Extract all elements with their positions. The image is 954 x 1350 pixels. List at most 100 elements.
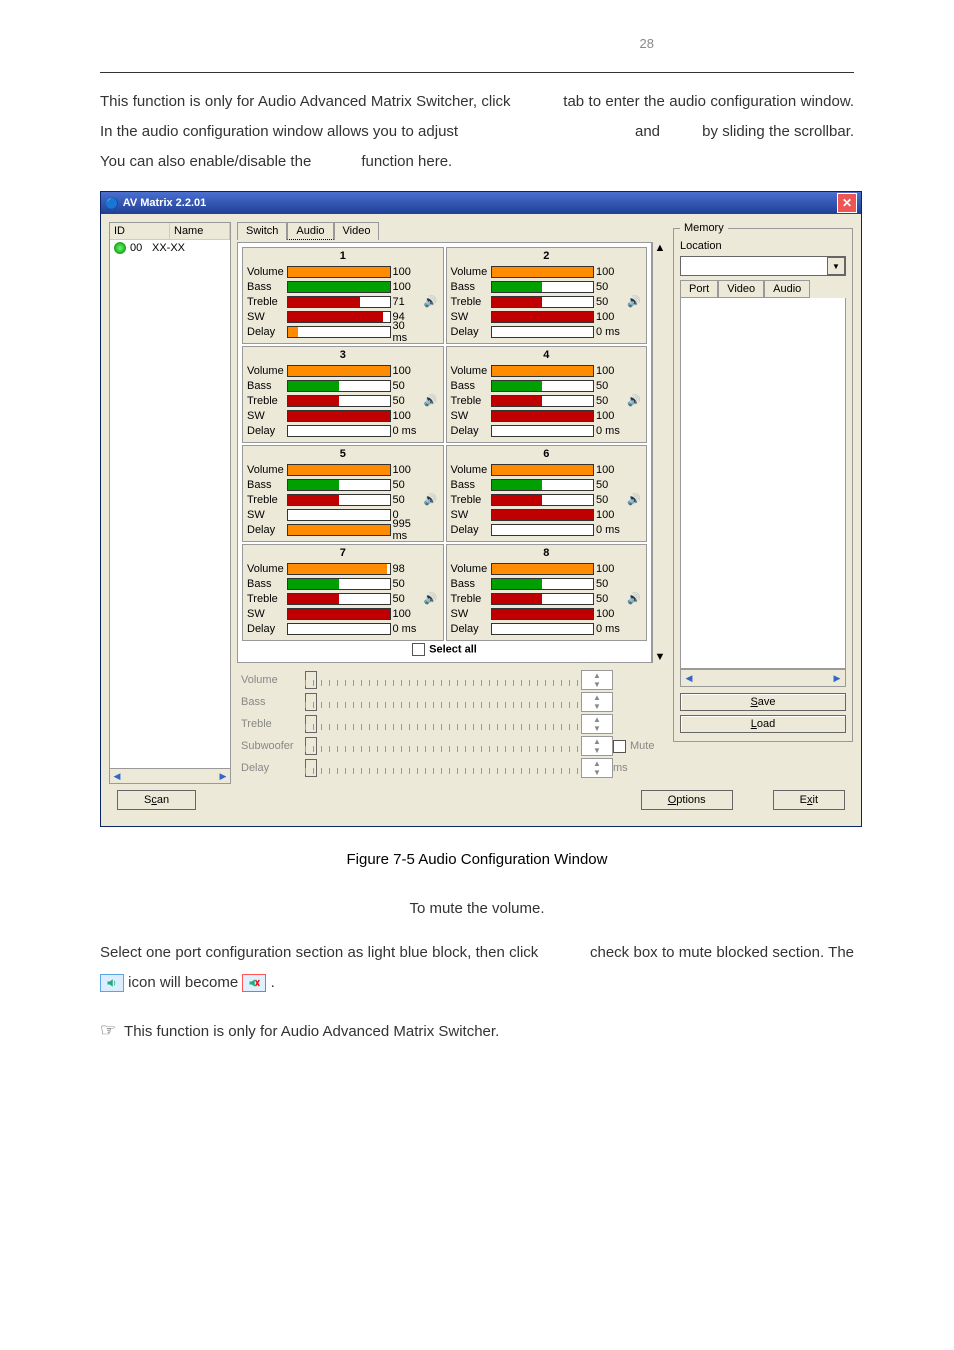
load-button[interactable]: Load: [680, 715, 846, 733]
main-tabs: Switch Audio Video: [237, 222, 667, 240]
slider-volume[interactable]: [305, 671, 581, 689]
speaker-icon[interactable]: 🔊: [626, 394, 642, 407]
app-icon: 🔵: [105, 197, 119, 210]
chevron-down-icon[interactable]: ▼: [827, 257, 845, 275]
channel-4[interactable]: 4 Volume100 Bass50 Treble50🔊 SW100 Delay…: [446, 346, 648, 443]
delay-spin[interactable]: ▲▼: [581, 758, 613, 778]
channel-2[interactable]: 2 Volume100 Bass50 Treble50🔊 SW100 Delay…: [446, 247, 648, 344]
mem-tab-port[interactable]: Port: [680, 280, 718, 298]
channel-number: 2: [451, 250, 643, 262]
mute-paragraph: Select one port configuration section as…: [100, 938, 854, 998]
device-name: XX-XX: [152, 242, 185, 254]
device-list[interactable]: ID Name 00 XX-XX ◀ ▶: [109, 222, 231, 784]
location-label: Location: [680, 240, 722, 252]
speaker-icon[interactable]: 🔊: [423, 592, 439, 605]
channel-number: 4: [451, 349, 643, 361]
scan-button[interactable]: Scan: [117, 790, 196, 810]
global-sliders: Volume ▲▼ Bass ▲▼ Treble: [237, 667, 667, 781]
speaker-icon[interactable]: 🔊: [423, 394, 439, 407]
channel-5[interactable]: 5 Volume100 Bass50 Treble50🔊 SW0 Delay99…: [242, 445, 444, 542]
slider-subwoofer-label: Subwoofer: [241, 740, 305, 752]
note-paragraph: ☞ This function is only for Audio Advanc…: [100, 1012, 854, 1048]
device-row[interactable]: 00 XX-XX: [110, 240, 230, 256]
device-list-header: ID Name: [110, 223, 230, 240]
page-number: 28: [640, 36, 654, 51]
options-button[interactable]: Options: [641, 790, 733, 810]
pointing-hand-icon: ☞: [100, 1020, 116, 1040]
speaker-icon[interactable]: 🔊: [423, 493, 439, 506]
intro-paragraph: This function is only for Audio Advanced…: [100, 87, 854, 177]
select-all-row: Select all: [242, 641, 647, 658]
col-name: Name: [170, 223, 230, 239]
slider-bass-label: Bass: [241, 696, 305, 708]
speaker-icon: [100, 974, 124, 992]
scroll-down-icon[interactable]: ▼: [655, 651, 666, 663]
channels-grid: 1 Volume100 Bass100 Treble71🔊 SW94 Delay…: [242, 247, 647, 641]
channel-3[interactable]: 3 Volume100 Bass50 Treble50🔊 SW100 Delay…: [242, 346, 444, 443]
memory-tabs: Port Video Audio: [680, 280, 846, 298]
ms-label: ms: [613, 762, 628, 774]
speaker-icon[interactable]: 🔊: [626, 493, 642, 506]
slider-treble-row: Treble ▲▼: [241, 713, 663, 735]
memory-hscroll[interactable]: ◀ ▶: [680, 669, 846, 687]
scroll-left-icon[interactable]: ◀: [110, 771, 124, 782]
save-button[interactable]: Save: [680, 693, 846, 711]
slider-delay[interactable]: [305, 759, 581, 777]
channel-number: 7: [247, 547, 439, 559]
channel-number: 8: [451, 547, 643, 559]
mem-scroll-right-icon[interactable]: ▶: [829, 673, 845, 684]
channel-1[interactable]: 1 Volume100 Bass100 Treble71🔊 SW94 Delay…: [242, 247, 444, 344]
mute-checkbox[interactable]: [613, 740, 626, 753]
exit-button[interactable]: Exit: [773, 790, 845, 810]
channel-number: 3: [247, 349, 439, 361]
mem-scroll-left-icon[interactable]: ◀: [681, 673, 697, 684]
channels-vscroll[interactable]: ▲ ▼: [652, 242, 667, 663]
titlebar[interactable]: 🔵 AV Matrix 2.2.01 ✕: [101, 192, 861, 214]
device-id: 00: [130, 242, 152, 254]
slider-bass-row: Bass ▲▼: [241, 691, 663, 713]
app-window: 🔵 AV Matrix 2.2.01 ✕ ID Name 00 XX-XX: [100, 191, 862, 827]
channel-6[interactable]: 6 Volume100 Bass50 Treble50🔊 SW100 Delay…: [446, 445, 648, 542]
slider-volume-row: Volume ▲▼: [241, 669, 663, 691]
memory-group: Memory Location ▼ Port Video Audi: [673, 222, 853, 742]
channel-number: 6: [451, 448, 643, 460]
scroll-up-icon[interactable]: ▲: [655, 242, 666, 254]
mute-label: Mute: [630, 740, 654, 752]
channel-number: 1: [247, 250, 439, 262]
scroll-right-icon[interactable]: ▶: [216, 771, 230, 782]
speaker-icon[interactable]: 🔊: [626, 592, 642, 605]
window-title: AV Matrix 2.2.01: [123, 197, 207, 209]
mute-group: Mute: [613, 740, 663, 753]
tab-audio[interactable]: Audio: [287, 222, 333, 240]
slider-subwoofer[interactable]: [305, 737, 581, 755]
slider-bass[interactable]: [305, 693, 581, 711]
select-all-label: Select all: [429, 643, 477, 655]
to-mute-text: To mute the volume.: [100, 894, 854, 924]
col-id: ID: [110, 223, 170, 239]
slider-delay-label: Delay: [241, 762, 305, 774]
mem-tab-video[interactable]: Video: [718, 280, 764, 298]
memory-list[interactable]: [680, 298, 846, 669]
subwoofer-spin[interactable]: ▲▼: [581, 736, 613, 756]
channel-number: 5: [247, 448, 439, 460]
tab-video[interactable]: Video: [334, 222, 380, 240]
slider-delay-row: Delay ▲▼ ms: [241, 757, 663, 779]
channel-7[interactable]: 7 Volume98 Bass50 Treble50🔊 SW100 Delay0…: [242, 544, 444, 641]
device-list-hscroll[interactable]: ◀ ▶: [110, 768, 230, 783]
memory-legend: Memory: [680, 222, 728, 234]
status-dot-icon: [114, 242, 126, 254]
close-button[interactable]: ✕: [837, 193, 857, 213]
bass-spin[interactable]: ▲▼: [581, 692, 613, 712]
treble-spin[interactable]: ▲▼: [581, 714, 613, 734]
volume-spin[interactable]: ▲▼: [581, 670, 613, 690]
slider-volume-label: Volume: [241, 674, 305, 686]
channel-8[interactable]: 8 Volume100 Bass50 Treble50🔊 SW100 Delay…: [446, 544, 648, 641]
speaker-icon[interactable]: 🔊: [423, 295, 439, 308]
tab-switch[interactable]: Switch: [237, 222, 287, 240]
location-dropdown[interactable]: ▼: [680, 256, 846, 276]
select-all-checkbox[interactable]: [412, 643, 425, 656]
speaker-icon[interactable]: 🔊: [626, 295, 642, 308]
slider-treble[interactable]: [305, 715, 581, 733]
footer-buttons: Scan Options Exit: [109, 784, 853, 818]
mem-tab-audio[interactable]: Audio: [764, 280, 810, 298]
